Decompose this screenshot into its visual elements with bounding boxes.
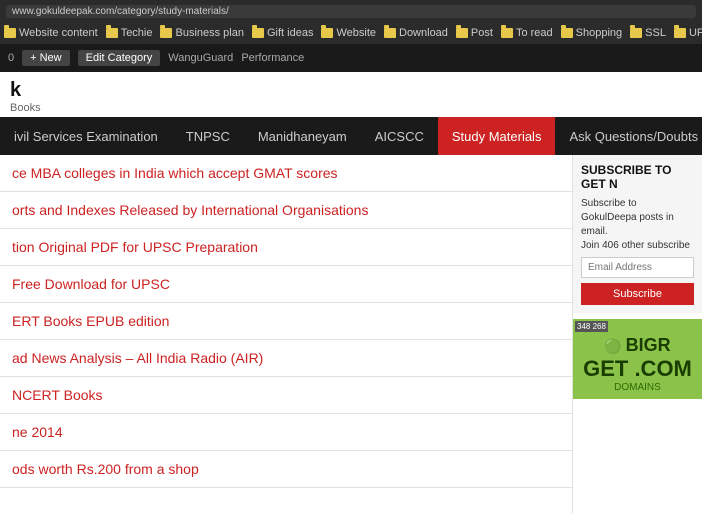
bookmark-website-content[interactable]: Website content [4,27,98,39]
wanguard-label: WanguGuard [168,52,233,64]
sidebar: SUBSCRIBE TO GET N Subscribe to GokulDee… [572,155,702,513]
subscribe-widget: SUBSCRIBE TO GET N Subscribe to GokulDee… [573,155,702,313]
bookmark-ssl[interactable]: SSL [630,27,666,39]
article-list: ce MBA colleges in India which accept GM… [0,155,572,488]
list-item: NCERT Books [0,377,572,414]
bookmark-website[interactable]: Website [321,27,376,39]
bookmarks-bar: Website content Techie Business plan Gif… [0,22,702,44]
nav-item-aicscc[interactable]: AICSCC [361,117,438,155]
list-item: ods worth Rs.200 from a shop [0,451,572,488]
folder-icon [456,28,468,38]
list-item: ad News Analysis – All India Radio (AIR) [0,340,572,377]
bookmark-upsc[interactable]: UPSC [674,27,702,39]
bookmark-techie[interactable]: Techie [106,27,153,39]
advertisement-box: 348 268 🟢 BIGR GET .COM DOMAINS [573,319,702,399]
folder-icon [106,28,118,38]
subscribe-button[interactable]: Subscribe [581,283,694,305]
browser-url-bar: www.gokuldeepak.com/category/study-mater… [0,0,702,22]
folder-icon [630,28,642,38]
nav-item-civil-services[interactable]: ivil Services Examination [0,117,172,155]
folder-icon [561,28,573,38]
article-link[interactable]: Free Download for UPSC [0,266,572,302]
folder-icon [501,28,513,38]
list-item: tion Original PDF for UPSC Preparation [0,229,572,266]
ad-size-label: 348 268 [575,321,608,332]
article-link[interactable]: ods worth Rs.200 from a shop [0,451,572,487]
performance-label: Performance [241,52,304,64]
counter-display: 0 [8,52,14,64]
article-link[interactable]: ERT Books EPUB edition [0,303,572,339]
folder-icon [4,28,16,38]
bookmark-to-read[interactable]: To read [501,27,553,39]
folder-icon [252,28,264,38]
subscribe-title: SUBSCRIBE TO GET N [581,163,694,191]
main-wrapper: ce MBA colleges in India which accept GM… [0,155,702,513]
article-link[interactable]: NCERT Books [0,377,572,413]
ad-domain-text: GET .COM [579,356,696,382]
edit-category-button[interactable]: Edit Category [78,50,161,66]
ad-sub-text: DOMAINS [579,382,696,393]
folder-icon [321,28,333,38]
folder-icon [674,28,686,38]
bookmark-post[interactable]: Post [456,27,493,39]
article-link[interactable]: ne 2014 [0,414,572,450]
new-button[interactable]: + New [22,50,70,66]
article-link[interactable]: tion Original PDF for UPSC Preparation [0,229,572,265]
url-display[interactable]: www.gokuldeepak.com/category/study-mater… [6,5,696,18]
list-item: orts and Indexes Released by Internation… [0,192,572,229]
email-input[interactable] [581,257,694,278]
nav-item-manidhaneyam[interactable]: Manidhaneyam [244,117,361,155]
list-item: ERT Books EPUB edition [0,303,572,340]
content-area: ce MBA colleges in India which accept GM… [0,155,572,513]
nav-item-study-materials[interactable]: Study Materials [438,117,556,155]
list-item: ne 2014 [0,414,572,451]
folder-icon [384,28,396,38]
bookmark-download[interactable]: Download [384,27,448,39]
article-link[interactable]: orts and Indexes Released by Internation… [0,192,572,228]
bookmark-shopping[interactable]: Shopping [561,27,623,39]
bookmark-business[interactable]: Business plan [160,27,244,39]
ad-brand: 🟢 BIGR [579,335,696,356]
admin-toolbar: 0 + New Edit Category WanguGuard Perform… [0,44,702,72]
folder-icon [160,28,172,38]
list-item: Free Download for UPSC [0,266,572,303]
subscribe-description: Subscribe to GokulDeepa posts in email. … [581,197,694,253]
site-header: k Books [0,72,702,117]
article-link[interactable]: ce MBA colleges in India which accept GM… [0,155,572,191]
main-nav: ivil Services Examination TNPSC Manidhan… [0,117,702,155]
article-link[interactable]: ad News Analysis – All India Radio (AIR) [0,340,572,376]
nav-item-tnpsc[interactable]: TNPSC [172,117,244,155]
nav-item-ask-questions[interactable]: Ask Questions/Doubts [555,117,702,155]
list-item: ce MBA colleges in India which accept GM… [0,155,572,192]
site-title[interactable]: k [10,78,692,102]
site-subtitle: Books [10,102,692,114]
bookmark-gift[interactable]: Gift ideas [252,27,313,39]
